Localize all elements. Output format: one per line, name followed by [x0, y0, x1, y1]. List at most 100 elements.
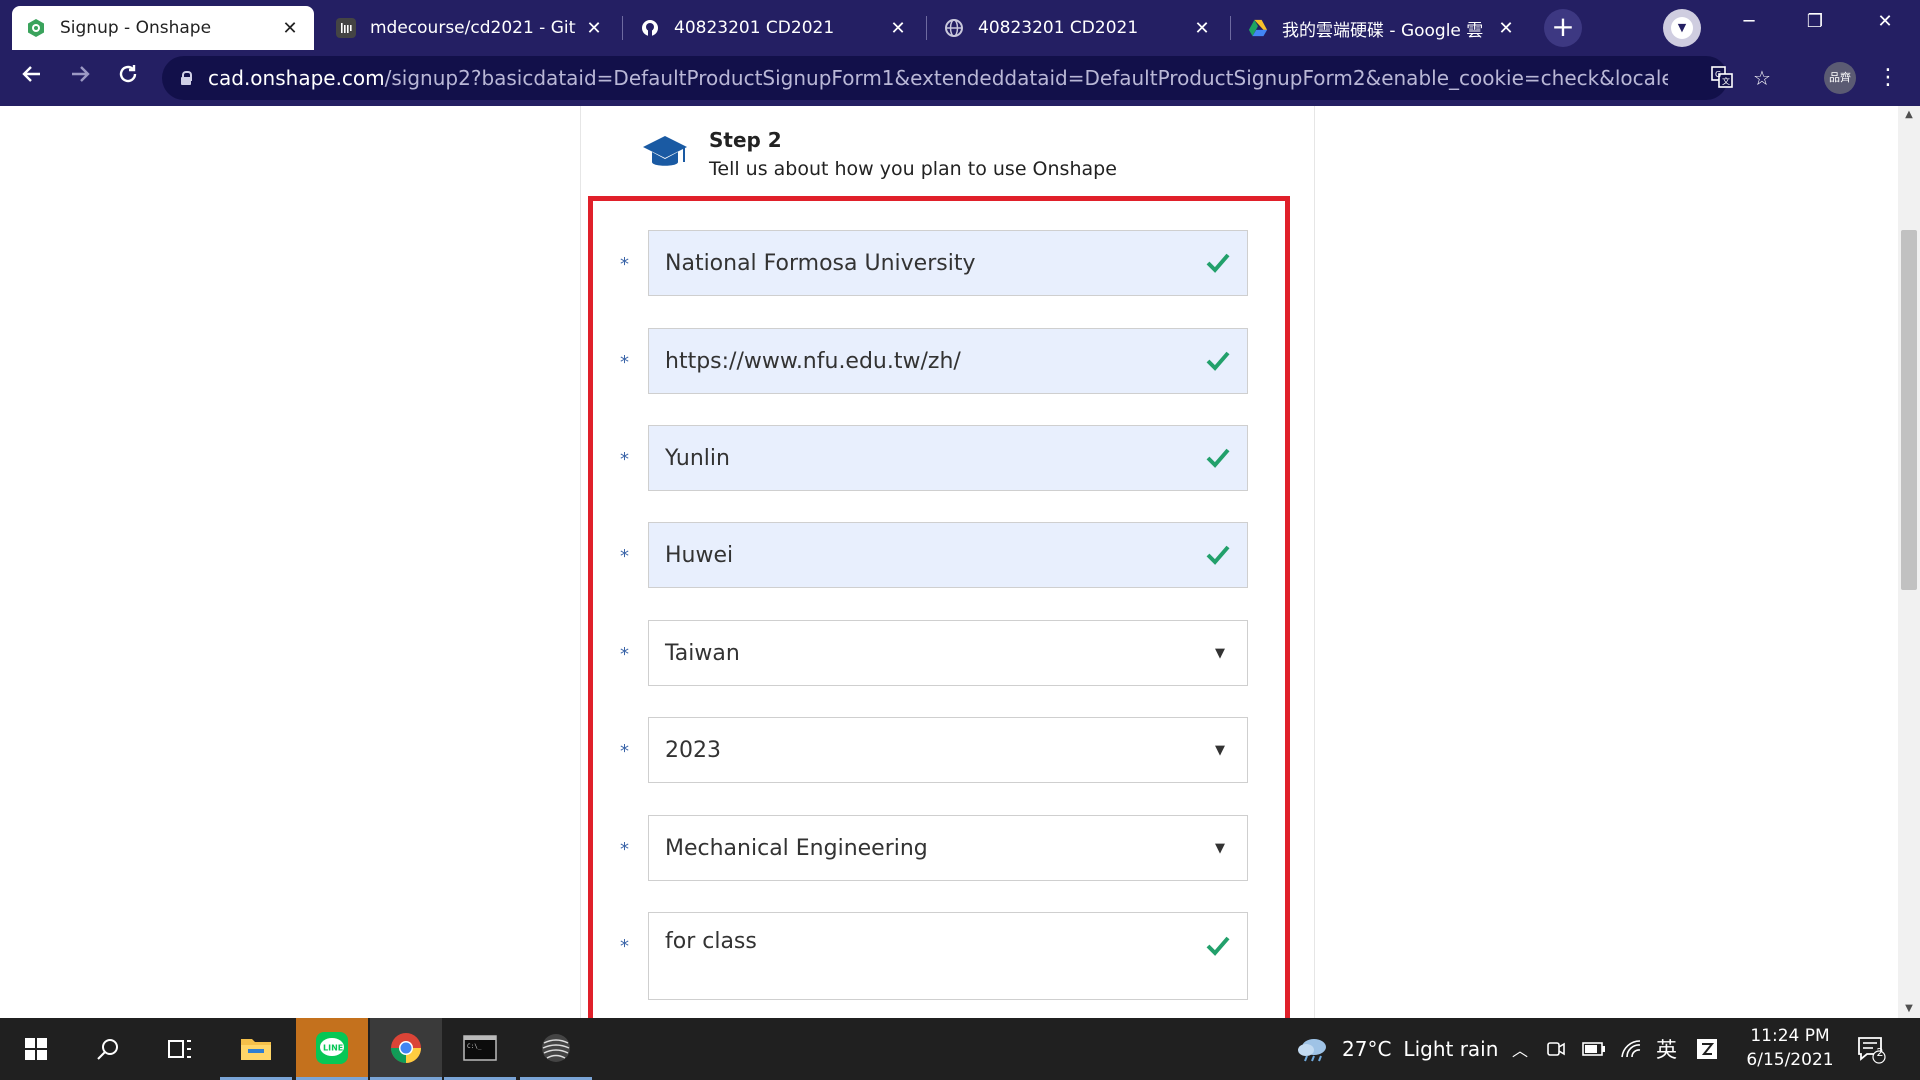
form-row-graduation-year: * 2023 ▼	[620, 717, 1248, 783]
required-marker: *	[620, 839, 629, 860]
tab-signup-onshape[interactable]: Signup - Onshape ✕	[12, 6, 314, 50]
dropdown-arrow-icon: ▼	[1215, 742, 1225, 758]
scroll-up-icon[interactable]: ▲	[1898, 106, 1920, 124]
field-value: for class	[665, 929, 757, 954]
translate-icon[interactable]: G文	[1710, 66, 1734, 90]
search-icon	[97, 1039, 118, 1060]
url-host: cad.onshape.com	[208, 66, 385, 90]
field-value: Taiwan	[665, 640, 740, 666]
graduation-year-select[interactable]: 2023 ▼	[648, 717, 1248, 783]
required-marker: *	[620, 936, 629, 957]
minimize-button[interactable]: ─	[1716, 0, 1782, 44]
required-marker: *	[620, 644, 629, 665]
folder-icon	[241, 1038, 271, 1060]
action-center-button[interactable]: 2	[1856, 1018, 1886, 1080]
start-button[interactable]	[0, 1018, 72, 1080]
chrome-button[interactable]	[370, 1018, 442, 1080]
windows-taskbar: LINE C:\_ 27°C Light rain ︿ 英 11:24 PM 6…	[0, 1018, 1920, 1080]
new-tab-button[interactable]: +	[1544, 9, 1582, 47]
svg-text:文: 文	[1722, 76, 1730, 86]
field-value: 2023	[665, 737, 721, 763]
notification-count: 2	[1876, 1046, 1884, 1059]
reload-button[interactable]	[110, 60, 146, 96]
required-marker: *	[620, 741, 629, 762]
system-clock[interactable]: 11:24 PM 6/15/2021	[1730, 1024, 1850, 1072]
svg-text:G: G	[1715, 70, 1721, 79]
major-select[interactable]: Mechanical Engineering ▼	[648, 815, 1248, 881]
city-field[interactable]: Huwei	[648, 522, 1248, 588]
terminal-icon: C:\_	[463, 1034, 497, 1061]
line-app-button[interactable]: LINE	[296, 1018, 368, 1080]
close-icon[interactable]: ✕	[584, 18, 604, 39]
svg-text:LINE: LINE	[323, 1043, 343, 1052]
form-row-state: * Yunlin	[620, 425, 1248, 491]
field-value: Yunlin	[665, 445, 730, 471]
ime-mode-icon[interactable]	[1696, 1018, 1718, 1080]
ime-indicator[interactable]: 英	[1656, 1018, 1677, 1080]
checkmark-icon	[1206, 936, 1230, 956]
page-scrollbar[interactable]: ▲ ▼	[1898, 106, 1920, 1018]
meet-now-icon[interactable]	[1546, 1018, 1566, 1080]
usage-textarea[interactable]: for class	[648, 912, 1248, 1000]
more-menu-icon[interactable]: ⋮	[1876, 62, 1900, 94]
close-window-button[interactable]: ✕	[1852, 0, 1918, 44]
form-row-country: * Taiwan ▼	[620, 620, 1248, 686]
cloud-rain-icon	[1298, 1039, 1326, 1062]
back-button[interactable]	[14, 60, 50, 96]
field-value: Huwei	[665, 542, 734, 568]
website-field[interactable]: https://www.nfu.edu.tw/zh/	[648, 328, 1248, 394]
checkmark-icon	[1206, 253, 1230, 273]
dropdown-arrow-icon: ▼	[1215, 840, 1225, 856]
url-path: /signup2?basicdataid=DefaultProductSignu…	[384, 66, 1668, 90]
form-row-website: * https://www.nfu.edu.tw/zh/	[620, 328, 1248, 394]
tab-separator	[926, 16, 927, 40]
wifi-icon[interactable]	[1620, 1018, 1642, 1080]
url-text[interactable]: cad.onshape.com/signup2?basicdataid=Defa…	[208, 66, 1668, 90]
close-icon[interactable]: ✕	[1496, 18, 1516, 39]
step-title: Step 2	[709, 128, 782, 152]
windows-logo-icon	[25, 1038, 47, 1060]
gitter-icon	[336, 18, 356, 38]
tab-title: 40823201 CD2021	[674, 18, 835, 38]
file-explorer-button[interactable]	[220, 1018, 292, 1080]
tab-search-button[interactable]: ▼	[1663, 9, 1701, 47]
required-marker: *	[620, 546, 629, 567]
battery-icon[interactable]	[1582, 1018, 1606, 1080]
weather-desc: Light rain	[1403, 1037, 1499, 1061]
clock-date: 6/15/2021	[1746, 1050, 1834, 1070]
close-icon[interactable]: ✕	[888, 18, 908, 39]
field-value: https://www.nfu.edu.tw/zh/	[665, 348, 961, 374]
close-icon[interactable]: ✕	[1192, 18, 1212, 39]
avatar[interactable]: 品齊	[1824, 62, 1856, 94]
app-button[interactable]	[520, 1018, 592, 1080]
forward-button[interactable]	[62, 60, 98, 96]
state-field[interactable]: Yunlin	[648, 425, 1248, 491]
field-value: National Formosa University	[665, 250, 976, 276]
tab-gitter[interactable]: mdecourse/cd2021 - Gitte ✕	[322, 6, 618, 50]
chrome-icon	[391, 1032, 421, 1063]
weather-widget[interactable]: 27°C Light rain	[1296, 1018, 1498, 1080]
form-row-city: * Huwei	[620, 522, 1248, 588]
show-hidden-icons-icon[interactable]: ︿	[1512, 1018, 1528, 1080]
country-select[interactable]: Taiwan ▼	[648, 620, 1248, 686]
scrollbar-thumb[interactable]	[1901, 230, 1917, 590]
terminal-button[interactable]: C:\_	[444, 1018, 516, 1080]
star-icon[interactable]: ☆	[1750, 66, 1774, 90]
close-icon[interactable]: ✕	[280, 18, 300, 39]
clock-time: 11:24 PM	[1750, 1026, 1830, 1046]
company-name-field[interactable]: National Formosa University	[648, 230, 1248, 296]
tab-separator	[622, 16, 623, 40]
restore-button[interactable]: ❐	[1782, 0, 1848, 44]
highlight-box	[588, 196, 1290, 1018]
tab-github-cd2021[interactable]: 40823201 CD2021 ✕	[626, 6, 922, 50]
weather-temp: 27°C	[1342, 1037, 1392, 1061]
address-bar[interactable]: cad.onshape.com/signup2?basicdataid=Defa…	[162, 56, 1771, 100]
checkmark-icon	[1206, 448, 1230, 468]
task-view-button[interactable]	[144, 1018, 216, 1080]
scroll-down-icon[interactable]: ▼	[1898, 1000, 1920, 1018]
tab-title: 40823201 CD2021	[978, 18, 1139, 38]
tab-site-cd2021[interactable]: 40823201 CD2021 ✕	[930, 6, 1226, 50]
tab-google-drive[interactable]: 我的雲端硬碟 - Google 雲 ✕	[1234, 6, 1530, 50]
search-button[interactable]	[72, 1018, 144, 1080]
github-icon	[640, 18, 660, 38]
